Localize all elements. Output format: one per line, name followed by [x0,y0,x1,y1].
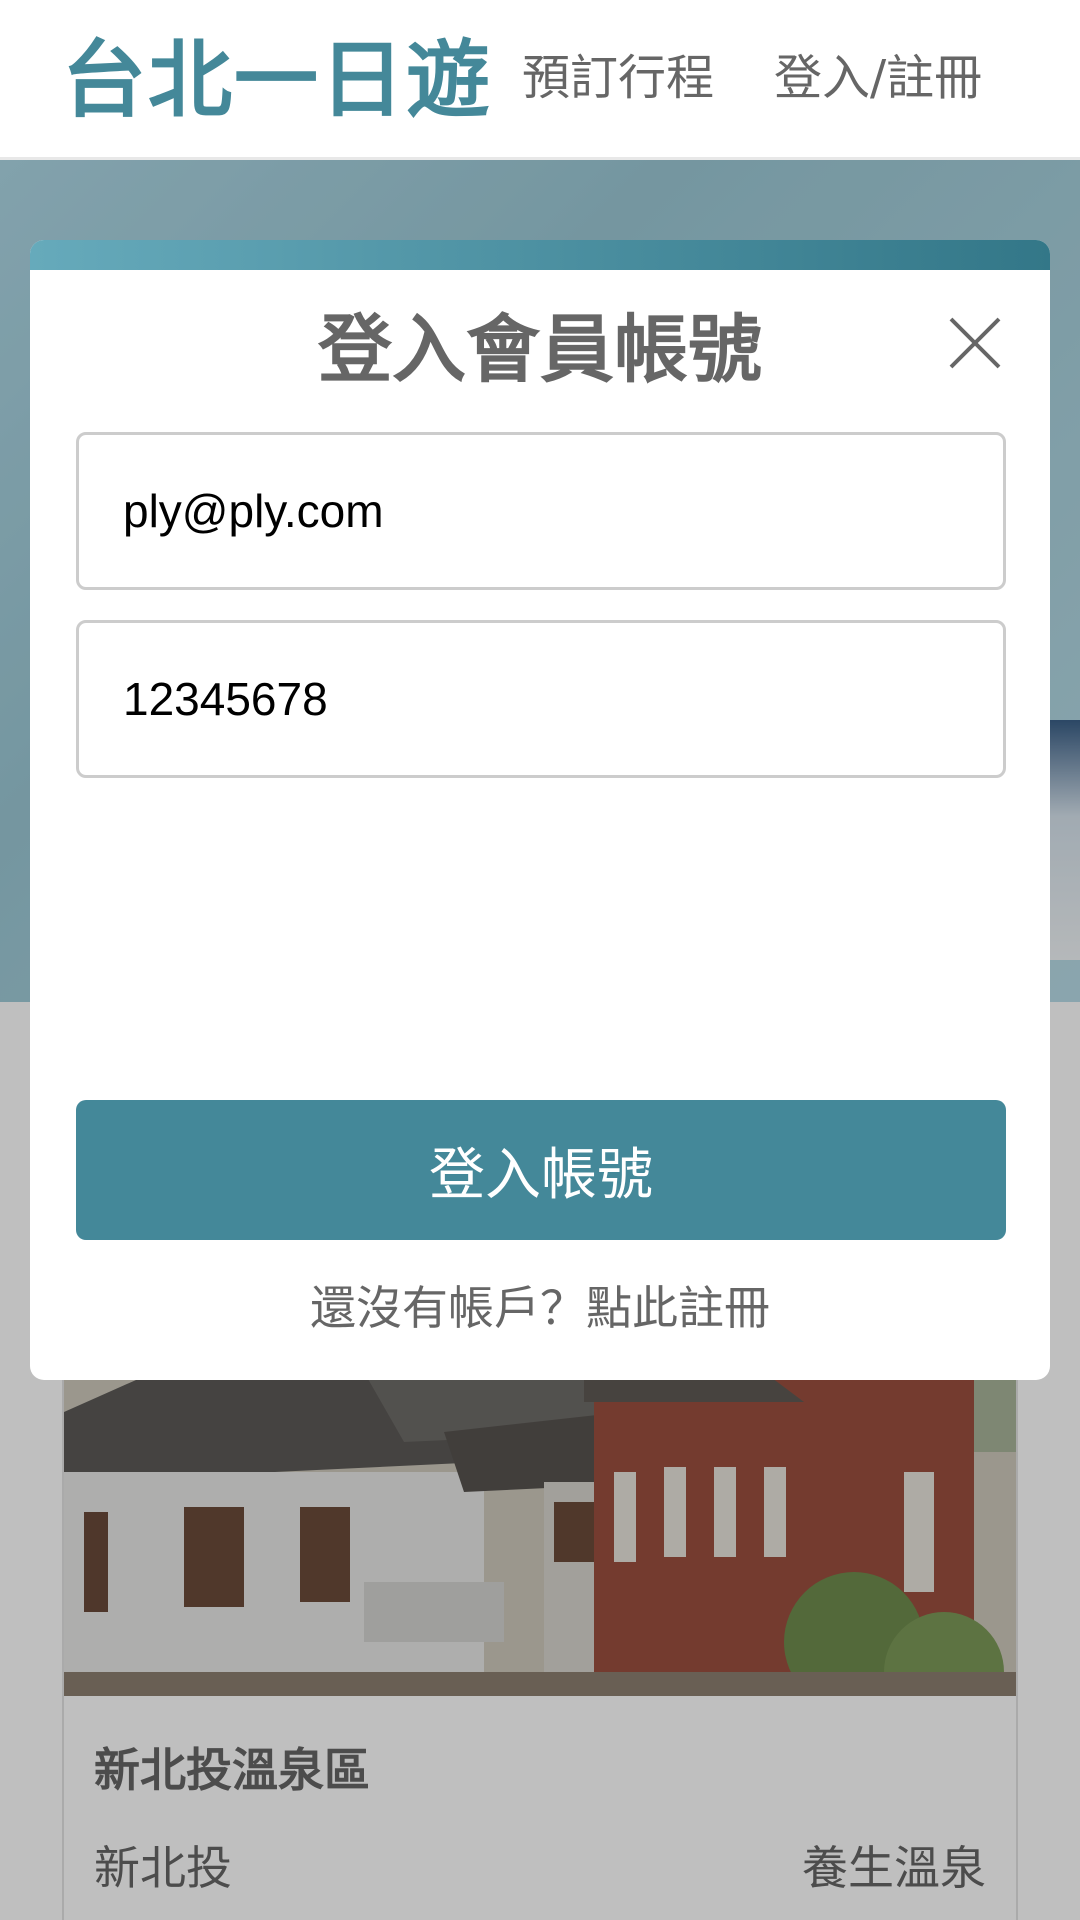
nav-login-link[interactable]: 登入/註冊 [774,48,982,108]
modal-top-bar [30,240,1050,270]
modal-title: 登入會員帳號 [318,307,762,393]
register-prompt: 還沒有帳戶？ [310,1281,586,1335]
register-prompt-row: 還沒有帳戶？點此註冊 [30,1272,1050,1338]
email-input[interactable] [76,432,1006,590]
nav-booking-link[interactable]: 預訂行程 [522,48,714,108]
close-button[interactable] [948,316,1002,370]
password-input[interactable] [76,620,1006,778]
site-header: 台北一日遊 預訂行程 登入/註冊 [0,0,1080,160]
close-icon [949,317,1001,369]
login-modal: 登入會員帳號 登入帳號 還沒有帳戶？點此註冊 [30,240,1050,1380]
register-link[interactable]: 點此註冊 [586,1281,770,1335]
site-logo[interactable]: 台北一日遊 [62,30,492,130]
login-submit-button[interactable]: 登入帳號 [76,1100,1006,1240]
